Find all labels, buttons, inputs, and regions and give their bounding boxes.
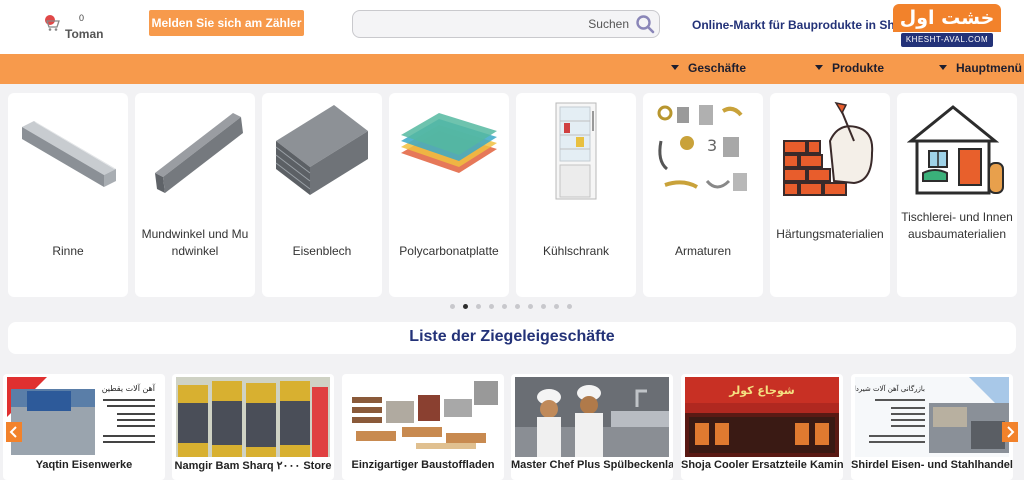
nav-item-main-menu[interactable]: Hauptmenü — [939, 61, 1022, 75]
category-label: Kühlschrank — [542, 244, 610, 258]
search-input[interactable] — [361, 15, 581, 33]
store-name: Yaqtin Eisenwerke — [35, 459, 133, 471]
site-logo[interactable]: خشت اول KHESHT-AVAL.COM — [893, 4, 1001, 47]
store-card-baustoff[interactable]: Einzigartiger Baustoffladen — [342, 374, 504, 480]
svg-text:3: 3 — [707, 136, 717, 155]
category-card-rinne[interactable]: Rinne — [8, 93, 128, 297]
category-card-hardening[interactable]: Härtungsmaterialien — [770, 93, 890, 297]
stores-prev-button[interactable] — [6, 422, 22, 442]
carousel-dot[interactable] — [515, 304, 520, 309]
store-name: Shirdel Eisen- und Stahlhandel — [851, 459, 1013, 471]
house-interior-icon — [907, 105, 1004, 195]
nav-item-label: Hauptmenü — [956, 61, 1022, 75]
store-banner-image: بازرگانی آهن آلات شیردل — [855, 377, 1009, 457]
chevron-right-icon — [1007, 426, 1015, 438]
angle-iron-icon — [155, 113, 243, 193]
brick-wall-icon — [783, 101, 874, 196]
category-card-sheet[interactable]: Eisenblech — [262, 93, 382, 297]
category-label: Tischlerei- und Innenausbaumaterialien — [901, 210, 1013, 241]
caret-down-icon — [939, 65, 947, 70]
carousel-dot[interactable] — [489, 304, 494, 309]
store-banner-image — [176, 377, 330, 457]
store-banner-text: شوجاع کولر — [728, 384, 794, 397]
main-nav: Geschäfte Produkte Hauptmenü — [0, 54, 1024, 84]
category-label: Härtungsmaterialien — [776, 227, 884, 241]
carousel-dot[interactable] — [528, 304, 533, 309]
category-card-fittings[interactable]: 3 Armaturen — [643, 93, 763, 297]
category-label: Rinne — [52, 244, 84, 258]
category-label: Armaturen — [674, 244, 732, 258]
search-bar: Suchen — [352, 10, 660, 38]
category-label: Mundwinkel und Mundwinkel — [141, 227, 249, 258]
store-name: Namgir Bam Sharq ۲۰۰۰ Store — [174, 460, 332, 472]
carousel-dot[interactable] — [541, 304, 546, 309]
store-banner-image — [346, 377, 500, 457]
nav-item-shops[interactable]: Geschäfte — [671, 61, 746, 75]
site-tagline: Online-Markt für Bauprodukte in Shiraz — [692, 18, 916, 32]
polycarbonate-sheet-icon — [401, 113, 497, 173]
category-label: Eisenblech — [292, 244, 352, 258]
carousel-dot[interactable] — [476, 304, 481, 309]
category-card-angle[interactable]: Mundwinkel und Mundwinkel — [135, 93, 255, 297]
caret-down-icon — [815, 65, 823, 70]
carousel-dot-active[interactable] — [463, 304, 468, 309]
nav-item-products[interactable]: Produkte — [815, 61, 884, 75]
category-card-fridge[interactable]: Kühlschrank — [516, 93, 636, 297]
store-card-shirdel[interactable]: بازرگانی آهن آلات شیردل Shirdel Eisen- u… — [851, 374, 1013, 480]
cart-currency: Toman — [65, 27, 104, 41]
sheet-metal-icon — [275, 105, 368, 195]
stores-next-button[interactable] — [1002, 422, 1018, 442]
section-title: Liste der Ziegeleigeschäfte — [409, 328, 615, 345]
carousel-dot[interactable] — [567, 304, 572, 309]
section-header: Liste der Ziegeleigeschäfte — [8, 322, 1016, 354]
cart-widget[interactable]: 0 Toman — [42, 12, 112, 44]
caret-down-icon — [671, 65, 679, 70]
store-banner-image — [515, 377, 669, 457]
search-label: Suchen — [588, 17, 629, 31]
login-button[interactable]: Melden Sie sich am Zähler an. — [149, 10, 304, 56]
store-card-yaqtin[interactable]: آهن آلات یقطین Yaqtin Eisenwerke — [3, 374, 165, 480]
store-banner-image: آهن آلات یقطین — [7, 377, 161, 457]
carousel-dot[interactable] — [502, 304, 507, 309]
category-card-carpentry[interactable]: Tischlerei- und Innenausbaumaterialien — [897, 93, 1017, 297]
nav-item-label: Produkte — [832, 61, 885, 75]
cart-count: 0 — [79, 13, 85, 23]
store-banner-image: شوجاع کولر — [685, 377, 839, 457]
search-icon[interactable] — [635, 14, 655, 34]
store-card-namgir[interactable]: Namgir Bam Sharq ۲۰۰۰ Store — [172, 374, 334, 480]
carousel-dot[interactable] — [450, 304, 455, 309]
nav-item-label: Geschäfte — [688, 61, 747, 75]
store-name: Shoja Cooler Ersatzteile Kaminshop — [681, 459, 843, 471]
site-header: 0 Toman Melden Sie sich am Zähler an. Su… — [0, 0, 1024, 56]
refrigerator-icon — [555, 102, 597, 200]
store-name: Master Chef Plus Spülbeckenladen — [511, 459, 673, 471]
gutter-channel-icon — [22, 121, 116, 187]
category-label: Polycarbonatplatte — [399, 244, 499, 258]
logo-text: خشت اول — [893, 4, 1001, 32]
chevron-left-icon — [9, 426, 17, 438]
store-card-shoja[interactable]: شوجاع کولر Shoja Cooler Ersatzteile Kami… — [681, 374, 843, 480]
category-card-polycarbonate[interactable]: Polycarbonatplatte — [389, 93, 509, 297]
store-banner-text: بازرگانی آهن آلات شیردل — [855, 384, 925, 393]
store-banner-text: آهن آلات یقطین — [102, 383, 156, 393]
fittings-icon: 3 — [657, 105, 747, 191]
store-name: Einzigartiger Baustoffladen — [351, 459, 495, 471]
carousel-dot[interactable] — [554, 304, 559, 309]
logo-domain: KHESHT-AVAL.COM — [901, 33, 993, 47]
shopping-cart-icon[interactable] — [44, 14, 62, 32]
store-card-masterchef[interactable]: Master Chef Plus Spülbeckenladen — [511, 374, 673, 480]
